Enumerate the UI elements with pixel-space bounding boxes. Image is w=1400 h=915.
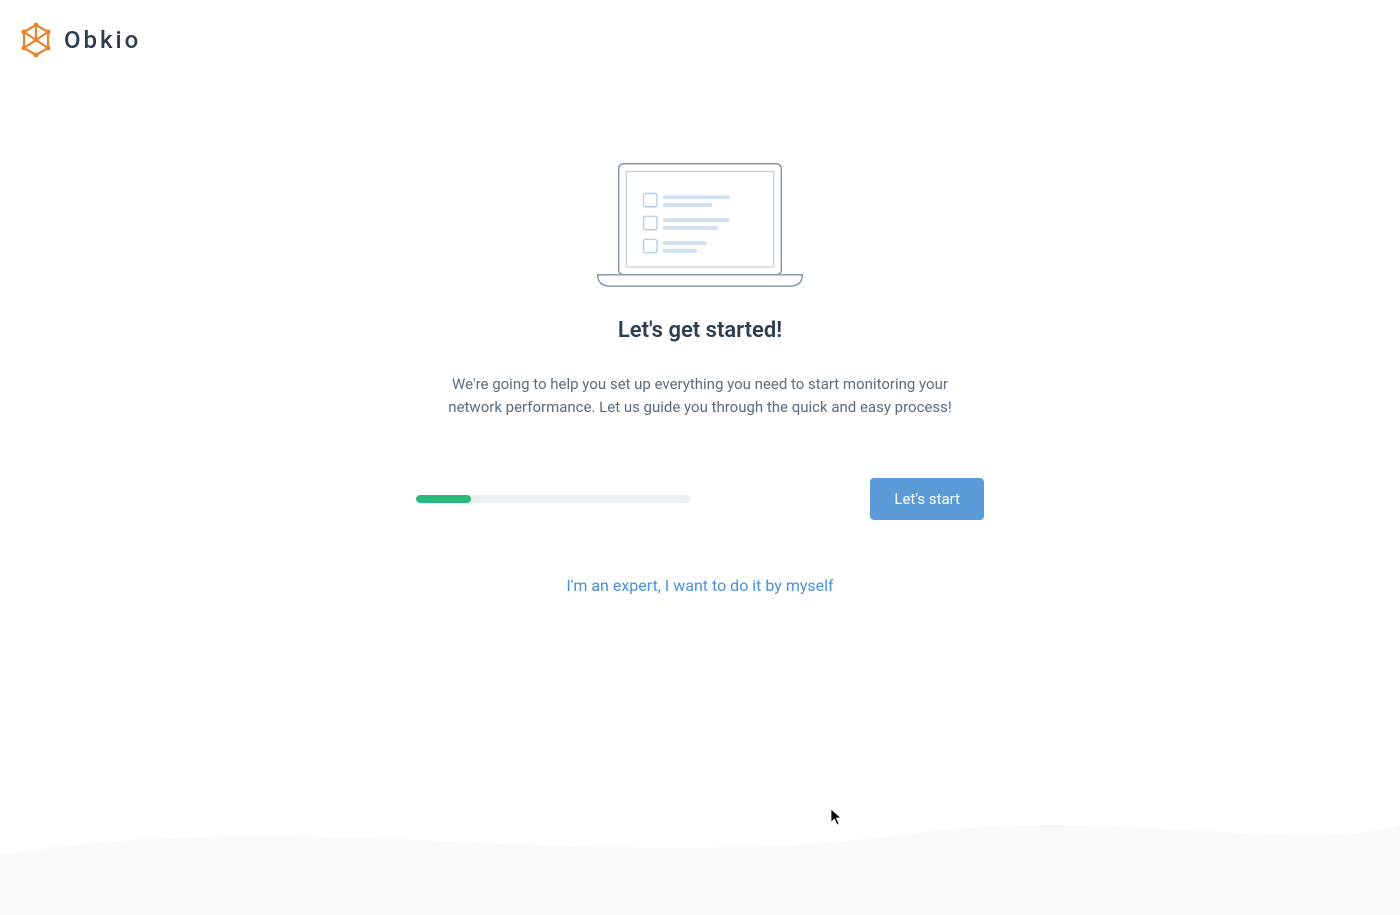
start-button[interactable]: Let's start [870, 478, 984, 520]
progress-fill [416, 495, 471, 503]
expert-link[interactable]: I'm an expert, I want to do it by myself [566, 576, 833, 595]
onboarding-description: We're going to help you set up everythin… [440, 373, 960, 418]
mouse-cursor-icon [830, 808, 844, 830]
onboarding-content: Let's get started! We're going to help y… [0, 160, 1400, 595]
background-wave-decoration [0, 775, 1400, 915]
progress-bar [416, 495, 691, 503]
brand-logo-icon [18, 22, 54, 58]
action-row: Let's start [416, 478, 984, 520]
brand-name: Obkio [64, 26, 141, 54]
header: Obkio [0, 0, 1400, 80]
onboarding-title: Let's get started! [618, 318, 782, 343]
laptop-illustration-icon [590, 160, 810, 290]
